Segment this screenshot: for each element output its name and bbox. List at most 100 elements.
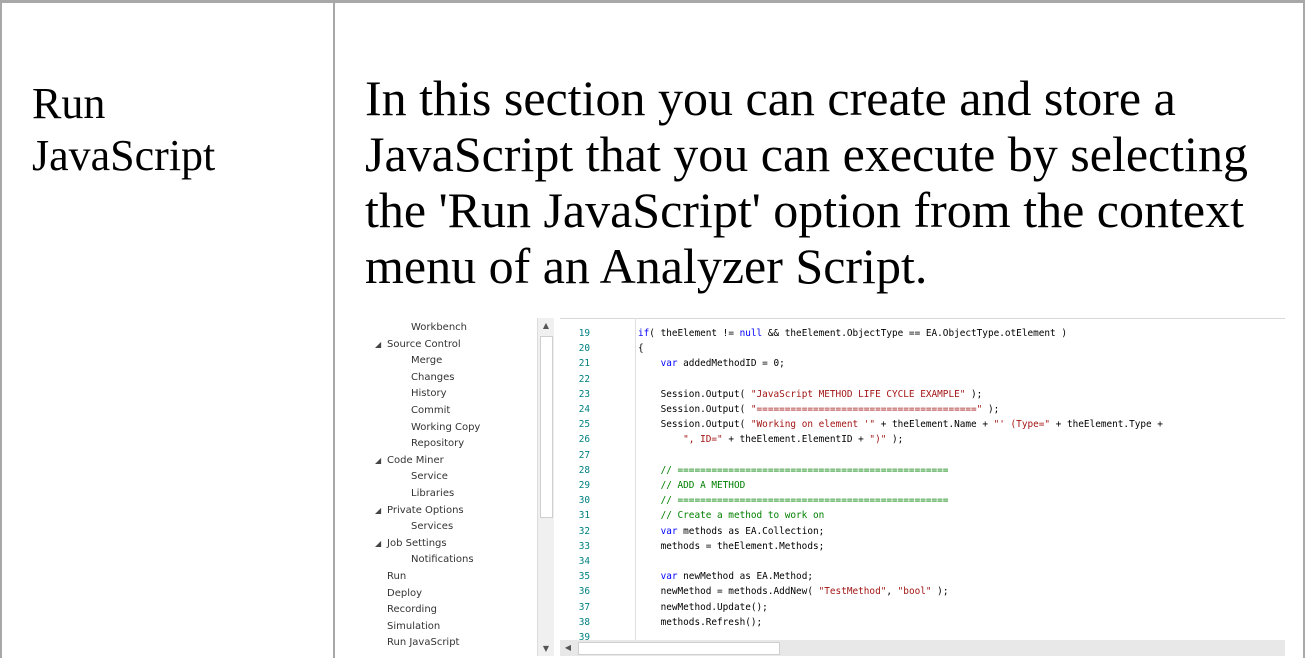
code-line: 37 newMethod.Update(); <box>560 600 768 615</box>
code-text: newMethod as EA.Method; <box>677 571 813 583</box>
line-number: 20 <box>578 343 590 355</box>
code-keyword: var <box>660 525 678 537</box>
code-keyword: null <box>739 328 763 339</box>
tree-item-label: Simulation <box>387 620 441 632</box>
line-number: 36 <box>578 586 590 598</box>
tree-item-label: Services <box>411 521 454 533</box>
code-text: ); <box>965 388 983 400</box>
code-line: 34 <box>560 554 638 569</box>
code-text: newMethod = methods.AddNew( <box>638 586 819 598</box>
code-text: + theElement.Type + <box>1050 419 1163 431</box>
code-text: Session.Output( <box>638 419 751 431</box>
code-text: && theElement.ObjectType == EA.ObjectTyp… <box>762 328 1067 339</box>
scroll-left-icon[interactable]: ◀ <box>562 641 574 655</box>
tree-item[interactable]: Workbench <box>411 319 467 336</box>
line-number: 35 <box>578 571 590 583</box>
scroll-down-icon[interactable]: ▼ <box>538 642 554 656</box>
expand-arrow-icon[interactable]: ◢ <box>375 452 387 469</box>
code-text: methods as EA.Collection; <box>677 525 825 537</box>
code-string: "=======================================… <box>750 404 983 415</box>
tree-item-label: Run JavaScript <box>387 637 460 649</box>
code-text: newMethod.Update(); <box>638 601 768 613</box>
code-line: 27 <box>560 448 638 463</box>
code-string: "JavaScript METHOD LIFE CYCLE EXAMPLE" <box>750 388 966 400</box>
line-number: 28 <box>578 464 590 476</box>
code-text: methods.Refresh(); <box>638 616 763 628</box>
tree-item[interactable]: Changes <box>411 369 455 386</box>
tree-item-label: Libraries <box>411 488 455 499</box>
table-column-divider <box>333 0 335 658</box>
code-text: ); <box>931 586 949 598</box>
code-comment: // ADD A METHOD <box>660 480 746 491</box>
expand-arrow-icon[interactable]: ◢ <box>375 535 387 552</box>
tree-item[interactable]: Run JavaScript <box>387 634 459 651</box>
table-left-border <box>0 0 2 658</box>
tree-item[interactable]: Merge <box>411 352 442 369</box>
tree-item[interactable]: ◢ Code Miner <box>375 452 444 469</box>
tree-item-label: Run <box>387 571 407 582</box>
tree-item[interactable]: Working Copy <box>411 419 480 436</box>
line-number: 33 <box>578 540 590 552</box>
code-line: 20 { <box>560 341 644 356</box>
tree-item[interactable]: Deploy <box>387 585 422 602</box>
line-number: 24 <box>578 404 590 415</box>
tree-item[interactable]: Services <box>411 518 453 535</box>
tree-item-label: Commit <box>411 405 451 416</box>
tree-item[interactable]: Recording <box>387 601 437 618</box>
tree-item[interactable]: Commit <box>411 402 450 419</box>
editor-horizontal-scrollbar[interactable]: ◀ <box>560 640 1285 656</box>
scroll-thumb[interactable] <box>540 336 553 518</box>
tree-item[interactable]: Notifications <box>411 551 474 568</box>
line-number: 19 <box>578 328 590 339</box>
horizontal-scroll-thumb[interactable] <box>578 642 780 655</box>
tree-item-label: Working Copy <box>411 421 481 433</box>
code-line: 32 var methods as EA.Collection; <box>560 524 825 539</box>
code-comment: // Create a method to work on <box>660 510 825 522</box>
line-number: 22 <box>578 373 590 385</box>
tree-item[interactable]: Run <box>387 568 406 585</box>
code-line: 28 // ==================================… <box>560 463 949 478</box>
tree-item[interactable]: Service <box>411 468 448 485</box>
line-number: 25 <box>578 419 590 431</box>
code-line: 33 methods = theElement.Methods; <box>560 539 825 554</box>
code-line: 38 methods.Refresh(); <box>560 615 762 630</box>
tree-item-label: Workbench <box>411 322 467 333</box>
code-text: Session.Output( <box>638 388 751 400</box>
code-string: ")" <box>869 434 887 446</box>
scroll-up-icon[interactable]: ▲ <box>538 319 554 333</box>
tree-item-label: Private Options <box>387 504 464 516</box>
code-line: 21 var addedMethodID = 0; <box>560 356 785 371</box>
tree-item[interactable]: ◢ Source Control <box>375 336 461 353</box>
code-line: 25 Session.Output( "Working on element '… <box>560 417 1163 432</box>
row-description: In this section you can create and store… <box>365 70 1249 294</box>
code-text: ); <box>982 404 1000 415</box>
line-number: 37 <box>578 601 590 613</box>
tree-item[interactable]: Repository <box>411 435 464 452</box>
code-text: + theElement.ElementID + <box>722 434 870 446</box>
tree-item[interactable]: ◢ Private Options <box>375 502 464 519</box>
tree-item-label: Notifications <box>411 554 474 566</box>
table-top-border <box>0 0 1305 3</box>
code-text: addedMethodID = 0; <box>677 358 785 370</box>
tree-item[interactable]: ◢ Job Settings <box>375 535 447 552</box>
code-string: "TestMethod" <box>818 586 887 598</box>
tree-item[interactable]: Libraries <box>411 485 454 502</box>
code-text: ); <box>886 434 904 446</box>
line-number: 34 <box>578 556 590 567</box>
code-line: 23 Session.Output( "JavaScript METHOD LI… <box>560 387 983 402</box>
tree-item-label: Source Control <box>387 338 461 350</box>
tree-vertical-scrollbar[interactable]: ▲ ▼ <box>537 318 554 656</box>
code-line: 31 // Create a method to work on <box>560 508 825 523</box>
code-line: 29 // ADD A METHOD <box>560 478 746 493</box>
expand-arrow-icon[interactable]: ◢ <box>375 502 387 519</box>
tree-item[interactable]: History <box>411 385 447 402</box>
code-line: 35 var newMethod as EA.Method; <box>560 569 813 584</box>
expand-arrow-icon[interactable]: ◢ <box>375 336 387 353</box>
tree-item[interactable]: Simulation <box>387 618 440 635</box>
